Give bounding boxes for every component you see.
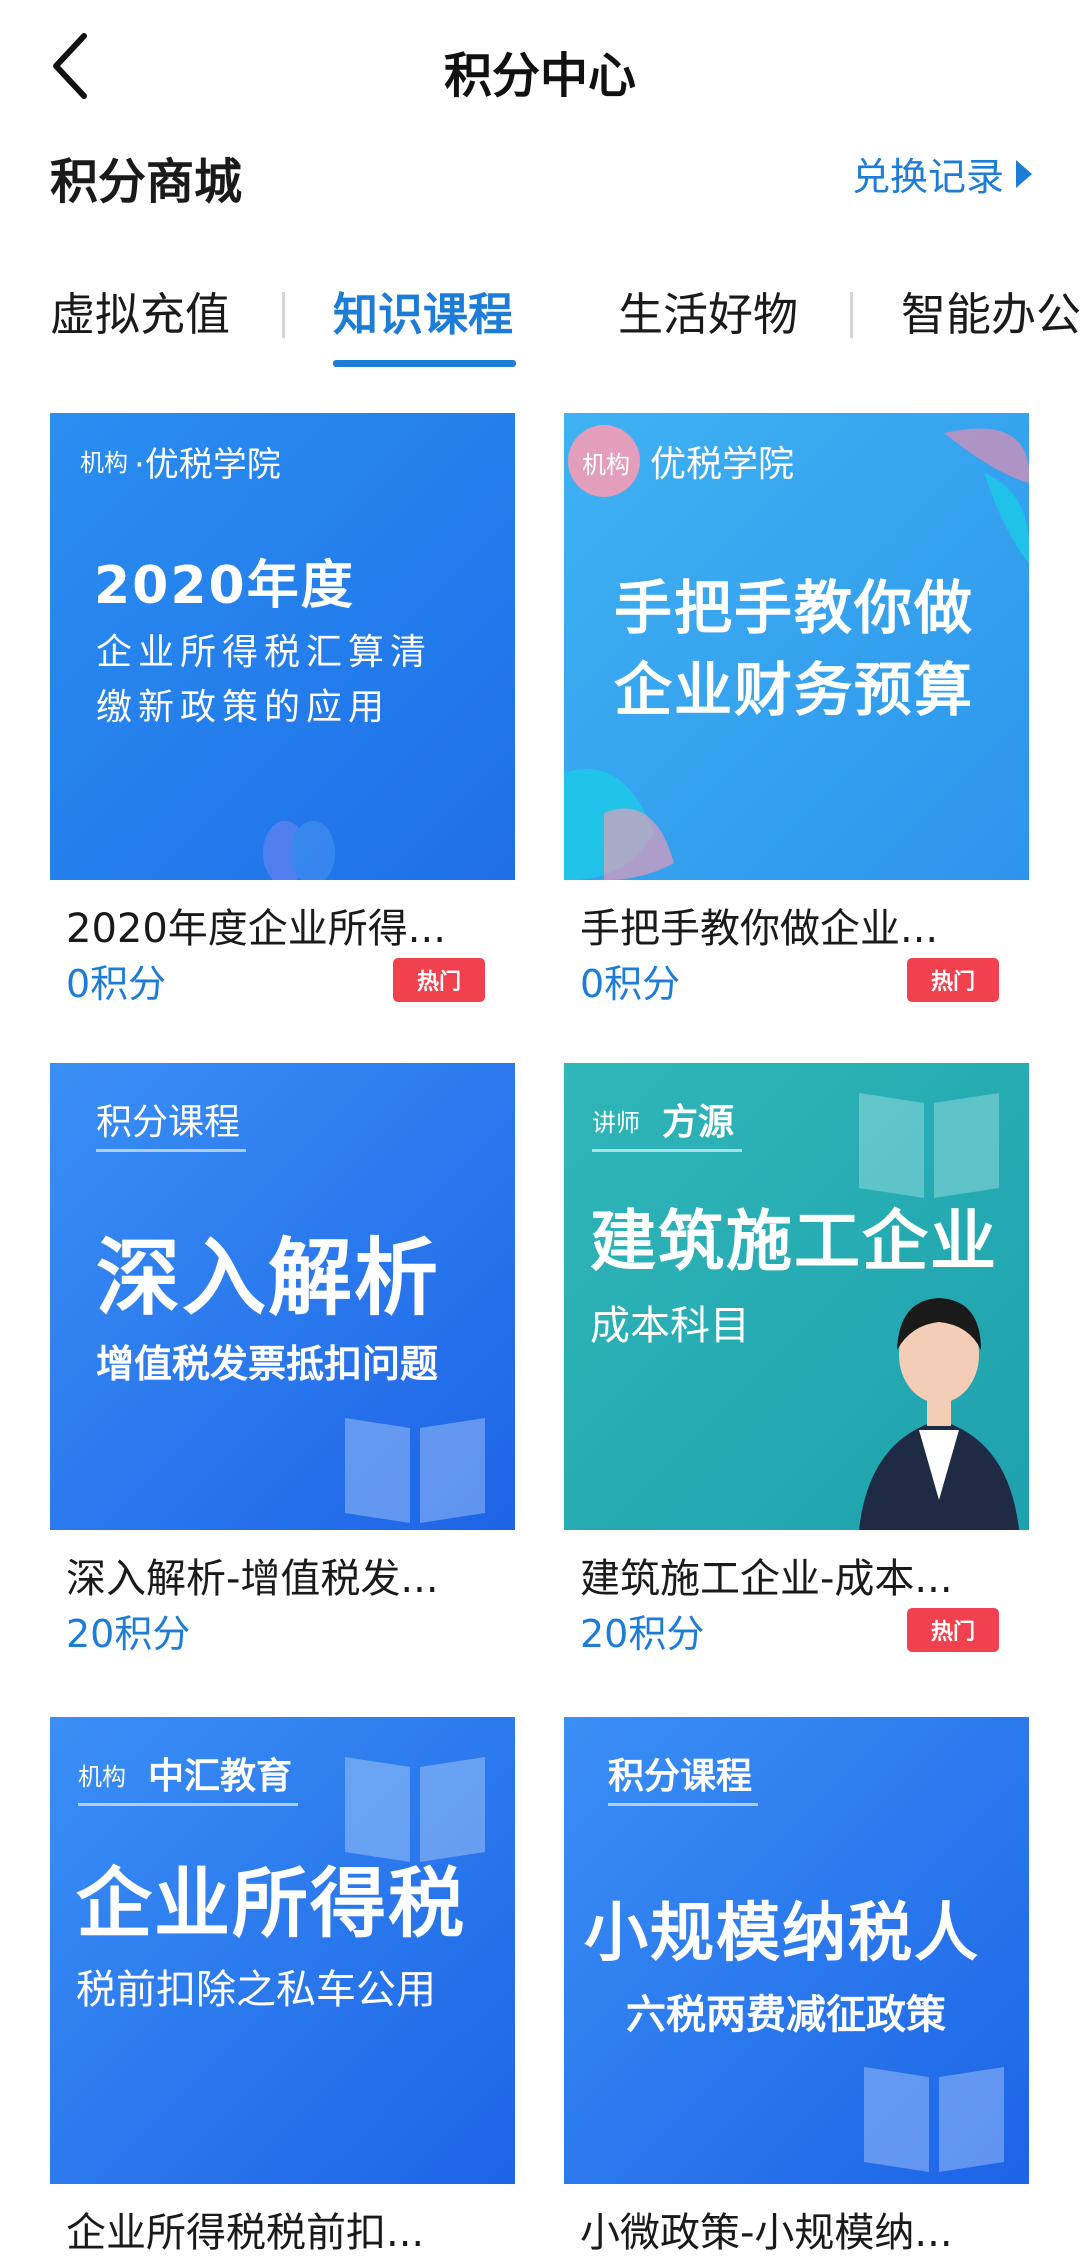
course-cover-image: 讲师 方源 建筑施工企业 成本科目 [564,1063,1029,1530]
hot-badge: 热门 [393,958,485,1002]
tab-divider [282,292,285,338]
butterfly-decoration-icon [263,821,335,880]
hot-badge: 热门 [907,958,999,1002]
book-icon [864,2067,1004,2172]
nav-bar: 积分中心 [0,0,1080,135]
caret-right-icon [1016,159,1032,188]
cover-headline: 深入解析 [96,1229,441,1327]
tab-lifestyle-goods[interactable]: 生活好物 [618,278,798,343]
tab-knowledge-courses[interactable]: 知识课程 [333,278,513,343]
course-cover-image: 机构 中汇教育 企业所得税 税前扣除之私车公用 [50,1717,515,2184]
divider [96,1149,246,1152]
product-card[interactable]: 机构 优税学院 手把手教你做 企业财务预算 手把手教你做企业... 0积分 热门 [564,413,1029,1006]
cover-headline: 建筑施工企业 [590,1203,998,1280]
product-title: 2020年度企业所得... [66,906,446,952]
product-points: 0积分 [580,962,681,1006]
active-tab-indicator [333,360,516,367]
course-cover-image: 积分课程 深入解析 增值税发票抵扣问题 [50,1063,515,1530]
cover-subline: 六税两费减征政策 [626,1992,946,2038]
lecturer-photo [859,1298,1019,1530]
cover-subline: 企业所得税汇算清 [96,632,433,673]
divider [78,1803,298,1806]
book-icon [345,1418,485,1523]
product-card[interactable]: 积分课程 深入解析 增值税发票抵扣问题 深入解析-增值税发... 20积分 [50,1063,515,1656]
product-points: 20积分 [66,1612,191,1656]
cover-headline: 小规模纳税人 [584,1897,980,1971]
cover-tag-small: 讲师 [592,1109,640,1137]
product-title: 手把手教你做企业... [580,906,939,952]
hot-badge: 热门 [907,1608,999,1652]
course-cover-image: 积分课程 小规模纳税人 六税两费减征政策 [564,1717,1029,2184]
cover-subline: 成本科目 [590,1303,750,1349]
category-tabs: 虚拟充值 知识课程 生活好物 智能办公 [0,270,1080,380]
divider [608,1803,758,1806]
book-icon [859,1093,999,1198]
product-points: 20积分 [580,1612,705,1656]
course-cover-image: 机构 ·优税学院 2020年度 企业所得税汇算清 缴新政策的应用 [50,413,515,880]
cover-tag-small: 机构 [78,1763,126,1791]
cover-headline: 企业财务预算 [614,656,975,724]
cover-tag: ·优税学院 [134,445,281,485]
tab-smart-office[interactable]: 智能办公 [901,278,1080,343]
page-title: 积分中心 [443,48,636,104]
cover-subline: 缴新政策的应用 [96,687,391,728]
product-title: 建筑施工企业-成本... [580,1556,953,1602]
product-title: 小微政策-小规模纳... [580,2210,953,2256]
tab-divider [850,292,853,338]
cover-subline: 增值税发票抵扣问题 [96,1342,439,1386]
product-points: 0积分 [66,962,167,1006]
product-card[interactable]: 机构 ·优税学院 2020年度 企业所得税汇算清 缴新政策的应用 2020年度企… [50,413,515,1006]
cover-subline: 税前扣除之私车公用 [76,1967,436,2013]
cover-tag: 方源 [662,1102,735,1143]
product-card[interactable]: 机构 中汇教育 企业所得税 税前扣除之私车公用 企业所得税税前扣... [50,1717,515,2256]
course-cover-image: 机构 优税学院 手把手教你做 企业财务预算 [564,413,1029,880]
cover-tag: 优税学院 [650,444,795,485]
tab-virtual-recharge[interactable]: 虚拟充值 [50,278,230,343]
cover-tag-small: 机构 [582,451,630,479]
cover-tag-small: 机构 [80,449,128,477]
cover-tag: 中汇教育 [148,1756,293,1797]
cover-headline: 手把手教你做 [614,574,975,642]
cover-tag: 积分课程 [96,1102,241,1143]
product-title: 企业所得税税前扣... [66,2210,425,2256]
divider [592,1149,742,1152]
product-card[interactable]: 讲师 方源 建筑施工企业 成本科目 建筑施工企业-成本... 20积分 热门 [564,1063,1029,1656]
product-title: 深入解析-增值税发... [66,1556,439,1602]
cover-headline: 企业所得税 [76,1859,466,1948]
section-title: 积分商城 [50,154,243,210]
cover-headline: 2020年度 [94,556,355,616]
redeem-history-link[interactable]: 兑换记录 [852,146,1032,201]
redeem-history-label: 兑换记录 [851,155,1004,199]
product-card[interactable]: 积分课程 小规模纳税人 六税两费减征政策 小微政策-小规模纳... [564,1717,1029,2256]
cover-tag: 积分课程 [608,1756,753,1797]
